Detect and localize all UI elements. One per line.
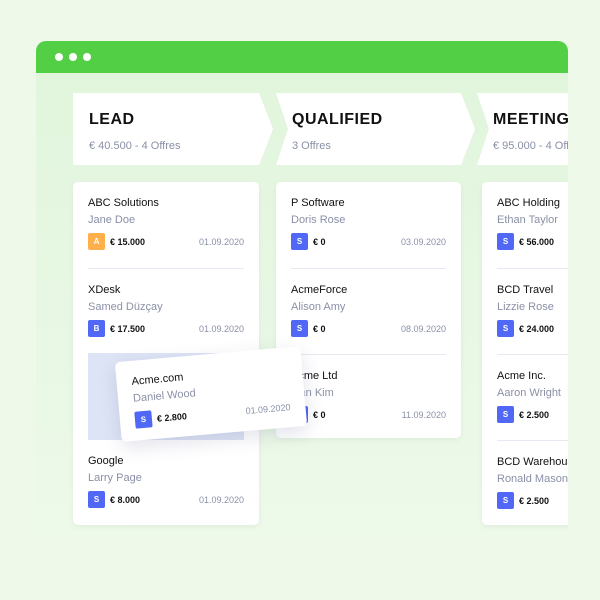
company-name: Acme.com <box>131 371 184 388</box>
dragged-deal-card[interactable]: Acme.com Daniel Wood S € 2.800 01.09.202… <box>114 346 308 442</box>
owner-badge: S <box>497 406 514 423</box>
deal-amount: € 2.800 <box>156 411 188 424</box>
owner-badge: S <box>497 492 514 509</box>
stage-summary: 3 Offres <box>292 140 331 152</box>
deal-card[interactable]: ABC Holding Ethan Taylor S € 56.000 <box>497 182 568 268</box>
owner-badge: S <box>497 320 514 337</box>
title-bar <box>36 41 568 73</box>
contact-name: Doris Rose <box>291 214 346 226</box>
stage-column-meeting: ABC Holding Ethan Taylor S € 56.000 BCD … <box>482 182 568 525</box>
deal-amount: € 15.000 <box>110 237 146 247</box>
deal-date: 01.09.2020 <box>198 495 244 505</box>
deal-date: 08.09.2020 <box>400 324 446 334</box>
deal-date: 01.09.2020 <box>198 237 244 247</box>
company-name: Google <box>88 455 124 467</box>
stage-header-lead[interactable]: LEAD € 40.500 - 4 Offres <box>73 93 273 165</box>
owner-badge: B <box>88 320 105 337</box>
contact-name: Lizzie Rose <box>497 301 554 313</box>
deal-card[interactable]: P Software Doris Rose S € 0 03.09.2020 <box>291 182 446 268</box>
stage-header-meeting[interactable]: MEETING € 95.000 - 4 Offres <box>477 93 568 165</box>
stage-summary: € 40.500 - 4 Offres <box>89 140 181 152</box>
stage-title: QUALIFIED <box>292 111 383 128</box>
deal-card[interactable]: BCD Warehouse Ronald Mason S € 2.500 <box>497 440 568 525</box>
deal-card[interactable]: Acme Ltd Ivan Kim S € 0 11.09.2020 <box>291 354 446 440</box>
deal-date: 03.09.2020 <box>400 237 446 247</box>
deal-amount: € 24.000 <box>519 324 555 334</box>
deal-card[interactable]: XDesk Samed Düzçay B € 17.500 01.09.2020 <box>88 268 244 354</box>
deal-date: 11.09.2020 <box>401 410 446 420</box>
deal-card[interactable]: ABC Solutions Jane Doe A € 15.000 01.09.… <box>88 182 244 268</box>
deal-amount: € 56.000 <box>519 237 555 247</box>
deal-amount: € 8.000 <box>110 495 141 505</box>
stage-header-qualified[interactable]: QUALIFIED 3 Offres <box>276 93 475 165</box>
contact-name: Alison Amy <box>291 301 346 313</box>
owner-badge: S <box>291 320 308 337</box>
window-dot-icon[interactable] <box>55 53 63 61</box>
contact-name: Larry Page <box>88 472 142 484</box>
stage-summary: € 95.000 - 4 Offres <box>493 140 568 152</box>
owner-badge: S <box>497 233 514 250</box>
stage-title: LEAD <box>89 111 135 128</box>
deal-amount: € 17.500 <box>110 324 146 334</box>
company-name: Acme Inc. <box>497 370 546 382</box>
deal-date: 01.09.2020 <box>245 402 291 417</box>
contact-name: Jane Doe <box>88 214 136 226</box>
deal-amount: € 0 <box>313 410 326 420</box>
company-name: ABC Solutions <box>88 197 159 209</box>
deal-card[interactable]: BCD Travel Lizzie Rose S € 24.000 <box>497 268 568 354</box>
deal-card[interactable]: Acme Inc. Aaron Wright S € 2.500 <box>497 354 568 440</box>
company-name: BCD Travel <box>497 284 554 296</box>
company-name: XDesk <box>88 284 121 296</box>
company-name: P Software <box>291 197 345 209</box>
deal-amount: € 2.500 <box>519 496 550 506</box>
owner-badge: S <box>88 491 105 508</box>
deal-date: 01.09.2020 <box>198 324 244 334</box>
company-name: ABC Holding <box>497 197 560 209</box>
company-name: AcmeForce <box>291 284 348 296</box>
deal-amount: € 0 <box>313 324 326 334</box>
deal-card[interactable]: Acme.com Daniel Wood S € 2.800 01.09.202… <box>130 347 293 446</box>
window-dot-icon[interactable] <box>83 53 91 61</box>
contact-name: Samed Düzçay <box>88 301 163 313</box>
stage-title: MEETING <box>493 111 568 128</box>
owner-badge: A <box>88 233 105 250</box>
owner-badge: S <box>134 410 153 429</box>
app-window: LEAD € 40.500 - 4 Offres ABC Solutions J… <box>36 41 568 561</box>
deal-amount: € 2.500 <box>519 410 550 420</box>
contact-name: Ronald Mason <box>497 473 568 485</box>
owner-badge: S <box>291 233 308 250</box>
company-name: BCD Warehouse <box>497 456 568 468</box>
contact-name: Daniel Wood <box>132 387 197 405</box>
contact-name: Ethan Taylor <box>497 214 558 226</box>
deal-card[interactable]: AcmeForce Alison Amy S € 0 08.09.2020 <box>291 268 446 354</box>
window-dot-icon[interactable] <box>69 53 77 61</box>
contact-name: Aaron Wright <box>497 387 561 399</box>
deal-card[interactable]: Google Larry Page S € 8.000 01.09.2020 <box>88 439 244 525</box>
deal-amount: € 0 <box>313 237 326 247</box>
